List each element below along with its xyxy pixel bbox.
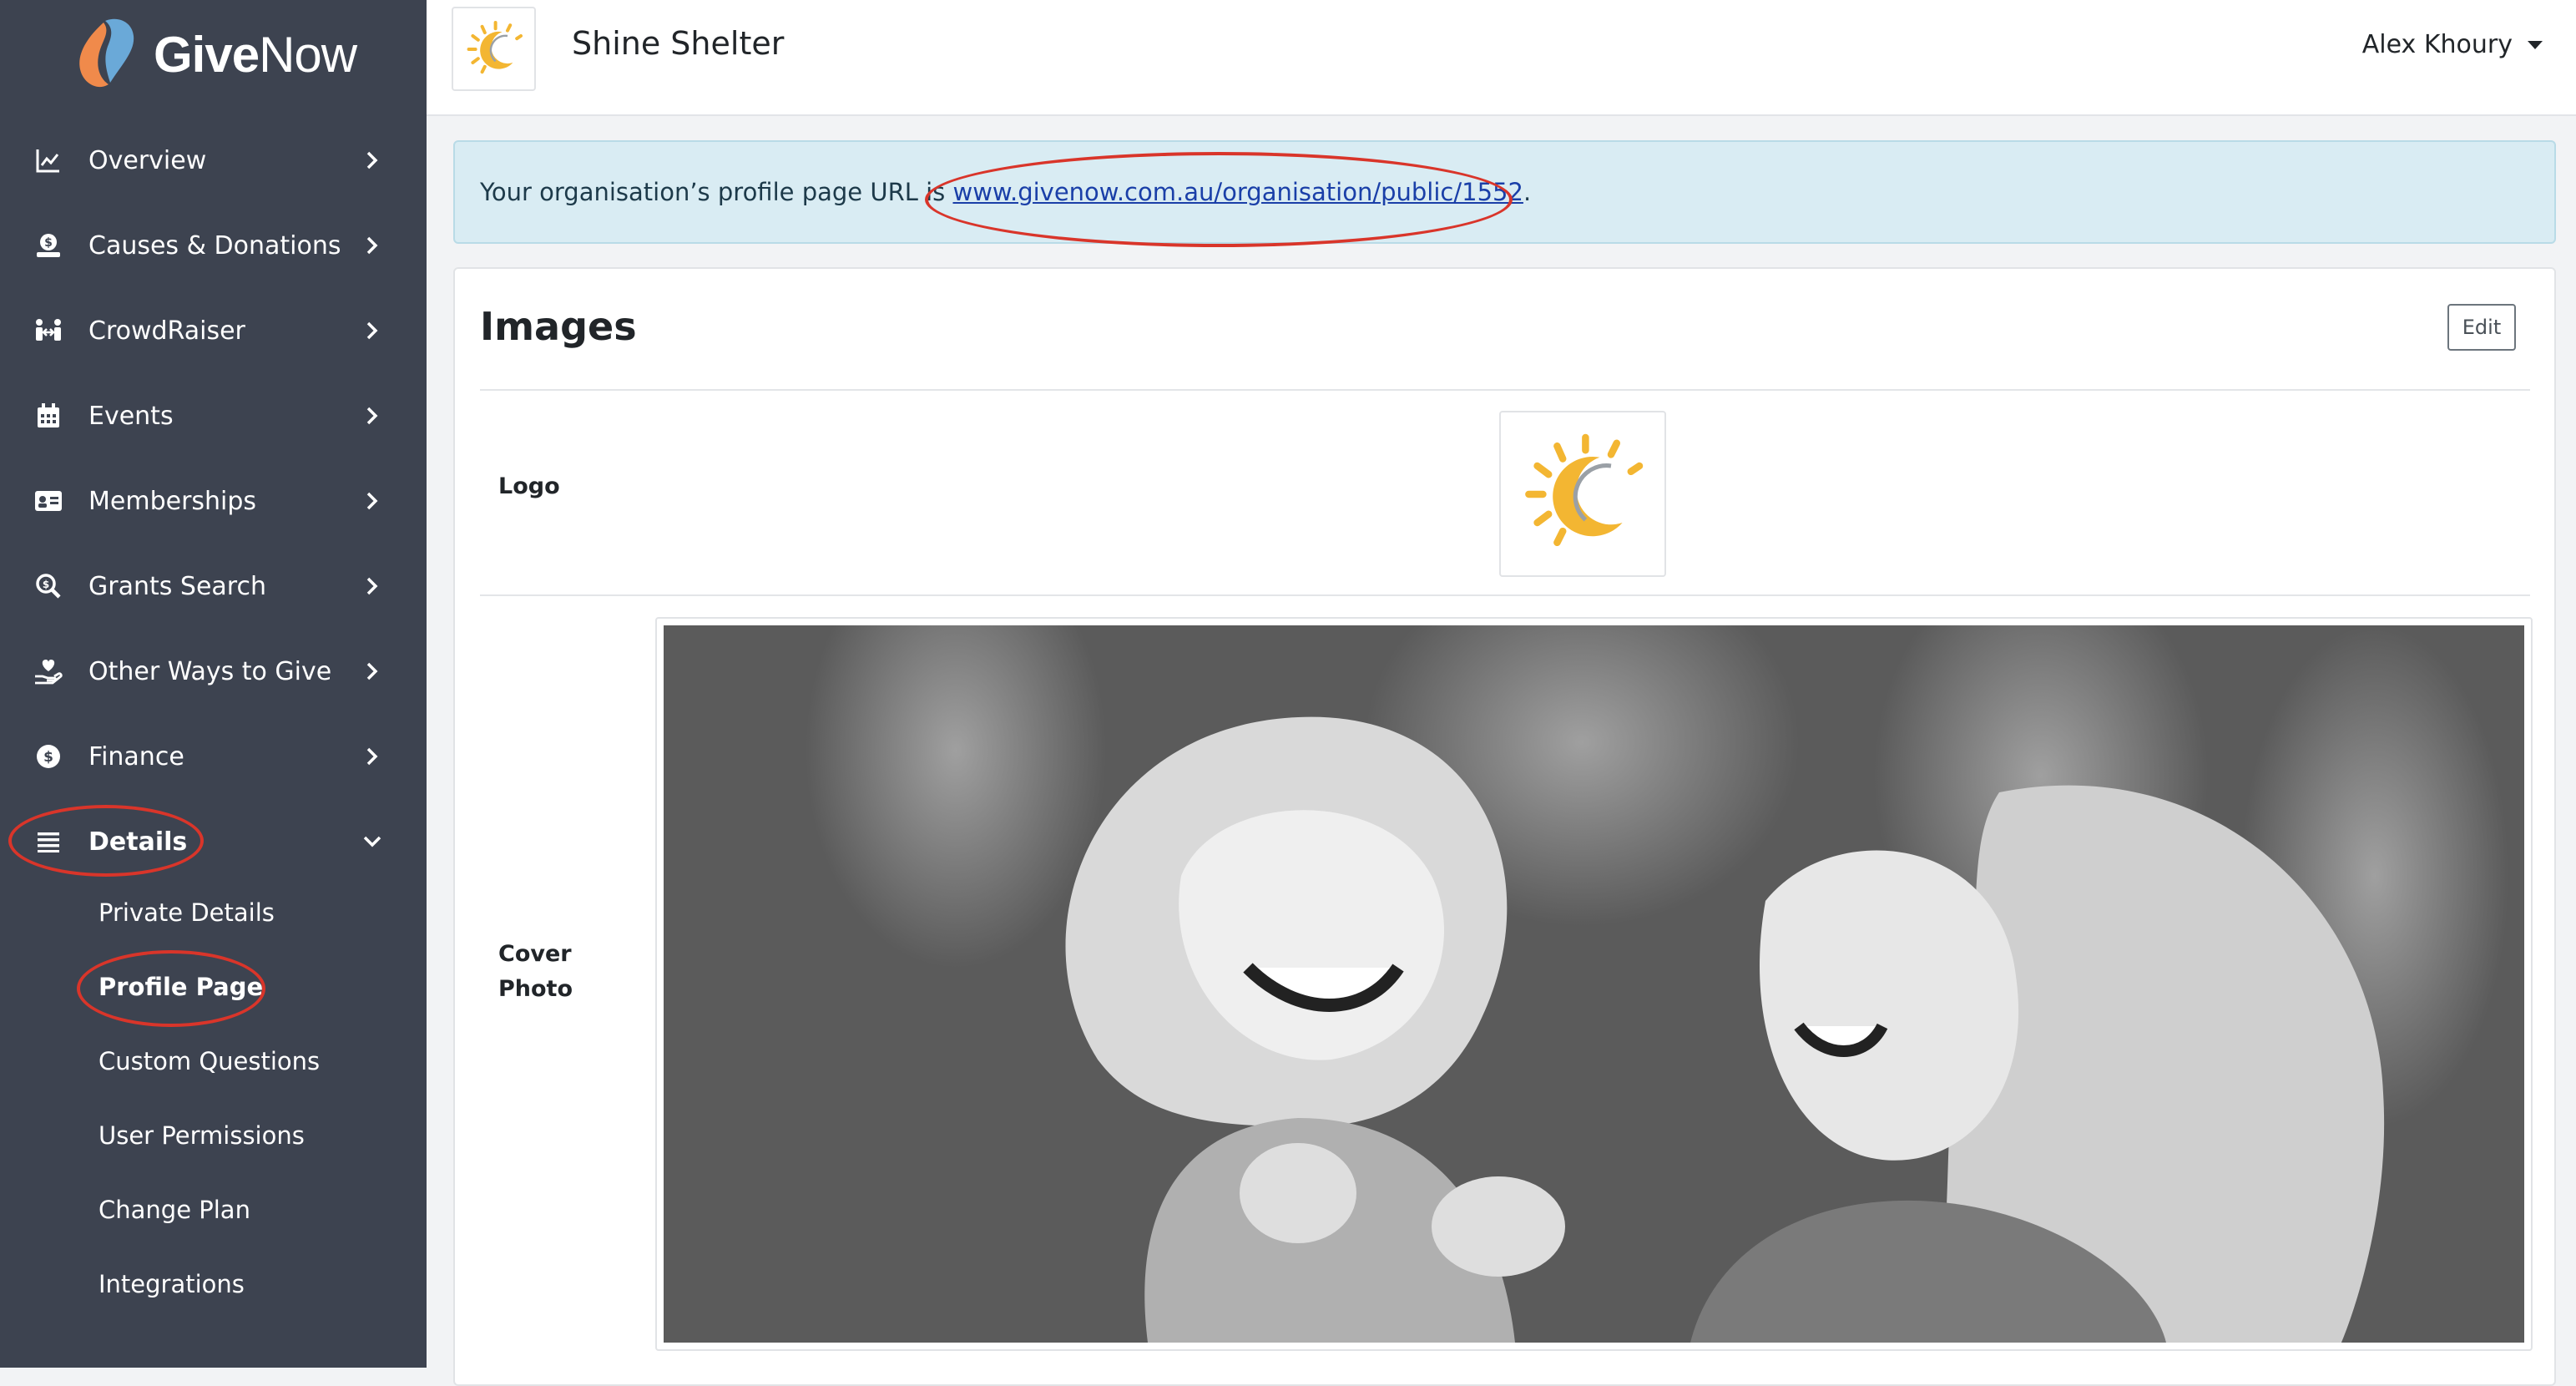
cover-photo-frame [655, 617, 2533, 1351]
sidebar-item-label: Grants Search [88, 571, 266, 601]
calendar-icon [33, 401, 63, 431]
sidebar-item-label: Details [88, 827, 188, 857]
logo-label: Logo [498, 473, 560, 499]
brand-wordmark: GiveNow [154, 26, 357, 83]
sidebar-item-causes-donations[interactable]: $ Causes & Donations [0, 212, 427, 279]
people-arrows-icon [33, 316, 63, 346]
sidebar-item-finance[interactable]: $ Finance [0, 723, 427, 790]
caret-down-icon [2528, 40, 2543, 49]
profile-url-alert: Your organisation’s profile page URL is … [453, 140, 2556, 244]
chevron-right-icon [361, 745, 384, 768]
edit-button[interactable]: Edit [2447, 304, 2516, 351]
submenu-item-custom-questions[interactable]: Custom Questions [98, 1047, 320, 1075]
givenow-logo[interactable]: GiveNow [62, 8, 357, 100]
sun-logo-icon [467, 20, 523, 73]
org-logo [452, 7, 536, 91]
sidebar-item-memberships[interactable]: Memberships [0, 468, 427, 534]
submenu-item-user-permissions[interactable]: User Permissions [98, 1121, 305, 1150]
images-card: Images Edit Logo Cover Photo [453, 267, 2556, 1386]
submenu-item-private-details[interactable]: Private Details [98, 898, 275, 927]
sun-logo-icon [1525, 433, 1644, 546]
cover-label-line2: Photo [498, 976, 573, 1002]
org-name: Shine Shelter [572, 25, 785, 62]
sidebar-item-label: CrowdRaiser [88, 316, 245, 346]
cover-photo-illustration [664, 625, 2524, 1343]
chevron-right-icon [361, 489, 384, 513]
sidebar-item-label: Memberships [88, 486, 257, 516]
sidebar-item-overview[interactable]: Overview [0, 127, 427, 194]
sidebar-item-crowdraiser[interactable]: CrowdRaiser [0, 297, 427, 364]
alert-suffix: . [1523, 178, 1532, 206]
heart-drop-icon [79, 18, 134, 88]
chevron-right-icon [361, 660, 384, 683]
sidebar-item-label: Causes & Donations [88, 230, 341, 261]
svg-text:$: $ [43, 579, 49, 590]
cover-photo [664, 625, 2524, 1343]
hand-heart-icon [33, 656, 63, 686]
user-menu[interactable]: Alex Khoury [2362, 30, 2543, 59]
sidebar-item-events[interactable]: Events [0, 382, 427, 449]
sidebar-item-other-ways-to-give[interactable]: Other Ways to Give [0, 638, 427, 705]
sidebar: GiveNow Overview $ Causes & Donations Cr… [0, 0, 427, 1368]
list-icon [33, 827, 63, 857]
sidebar-item-label: Finance [88, 741, 184, 771]
submenu-item-integrations[interactable]: Integrations [98, 1270, 245, 1298]
svg-text:$: $ [43, 749, 53, 766]
submenu-item-change-plan[interactable]: Change Plan [98, 1196, 250, 1224]
divider [480, 389, 2530, 391]
chevron-right-icon [361, 404, 384, 427]
sidebar-item-details[interactable]: Details [0, 808, 427, 875]
chevron-right-icon [361, 319, 384, 342]
sidebar-item-label: Events [88, 401, 174, 431]
submenu-item-profile-page[interactable]: Profile Page [98, 973, 263, 1001]
chevron-down-icon [361, 830, 384, 853]
svg-text:$: $ [44, 236, 53, 250]
id-card-icon [33, 486, 63, 516]
sidebar-item-grants-search[interactable]: $ Grants Search [0, 553, 427, 620]
divider [480, 594, 2530, 596]
user-name: Alex Khoury [2361, 30, 2513, 59]
coin-icon: $ [33, 741, 63, 771]
sidebar-item-label: Other Ways to Give [88, 656, 332, 686]
cover-photo-label: Cover Photo [498, 937, 573, 1007]
chevron-right-icon [361, 574, 384, 598]
sidebar-item-label: Overview [88, 145, 207, 175]
chevron-right-icon [361, 149, 384, 172]
alert-text: Your organisation’s profile page URL is [480, 178, 953, 206]
dollar-hand-icon: $ [33, 230, 63, 261]
top-bar: Shine Shelter Alex Khoury [427, 0, 2576, 116]
chart-line-icon [33, 145, 63, 175]
search-dollar-icon: $ [33, 571, 63, 601]
chevron-right-icon [361, 234, 384, 257]
images-title: Images [480, 304, 637, 349]
cover-label-line1: Cover [498, 941, 572, 967]
profile-url-link[interactable]: www.givenow.com.au/organisation/public/1… [952, 178, 1523, 206]
logo-preview [1499, 411, 1666, 577]
